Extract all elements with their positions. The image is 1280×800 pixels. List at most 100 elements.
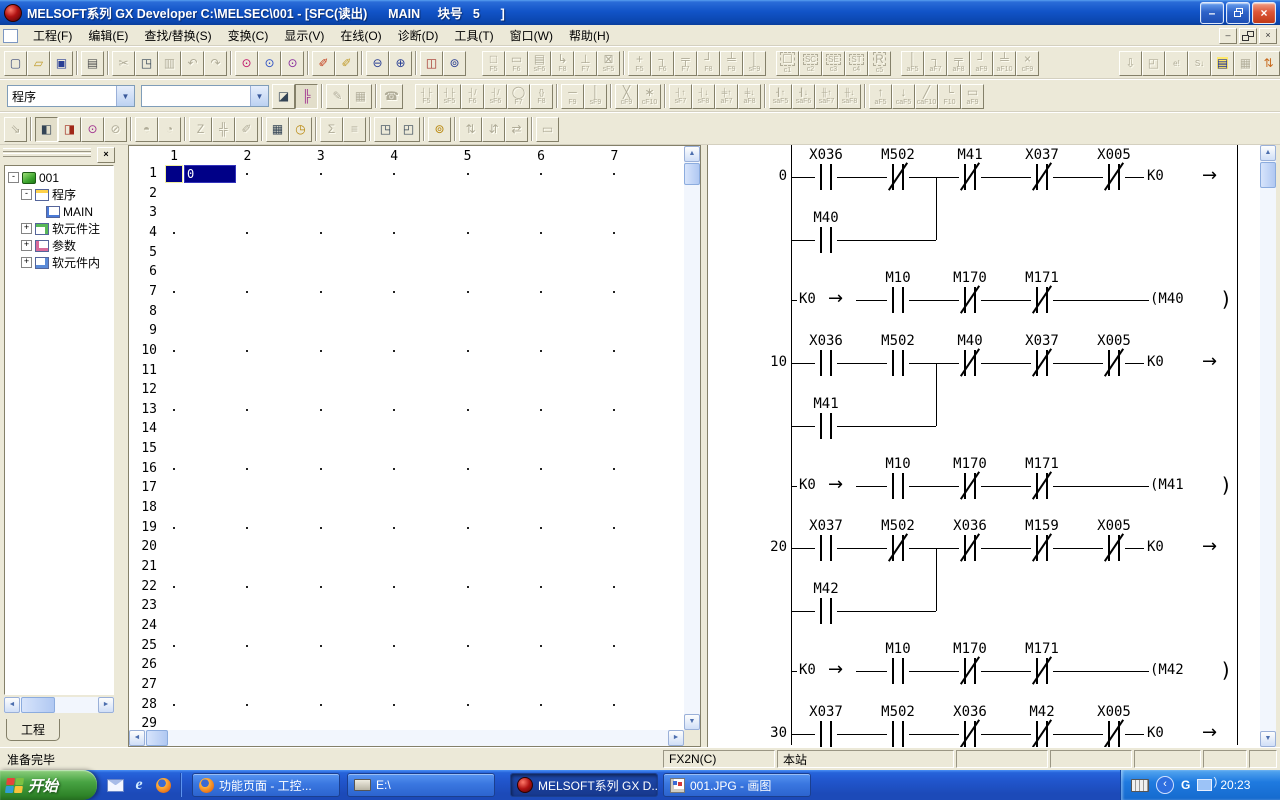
scroll-left-icon[interactable]: ◄ [4, 697, 20, 713]
new-window-button[interactable]: ◰ [397, 117, 420, 142]
telephone-line-button: ☎ [380, 84, 403, 109]
open-button[interactable]: ▱ [27, 51, 50, 76]
scroll-down-icon[interactable]: ▼ [684, 714, 700, 730]
project-data-list-button[interactable]: ◫ [420, 51, 443, 76]
language-bar-icon[interactable]: ‹ [1156, 776, 1174, 794]
tree-expander-icon[interactable]: + [21, 240, 32, 251]
statement-button[interactable]: ✐ [335, 51, 358, 76]
new-button[interactable]: ▢ [4, 51, 27, 76]
tree-expander-icon[interactable]: - [21, 189, 32, 200]
mdi-close-button[interactable]: × [1259, 28, 1277, 44]
zoom-out-button[interactable]: ⊖ [366, 51, 389, 76]
menu-view[interactable]: 显示(V) [276, 25, 332, 46]
sfc-column-header: 5 [453, 149, 483, 164]
sfc-row-header: 15 [129, 441, 157, 456]
mdi-restore-button[interactable] [1239, 28, 1257, 44]
mdi-minimize-button[interactable]: – [1219, 28, 1237, 44]
sfc-time-monitor-button[interactable]: ◷ [289, 117, 312, 142]
task-button[interactable]: 001.JPG - 画图 [663, 773, 811, 797]
data-type-combobox[interactable]: 程序 ▼ [7, 85, 135, 107]
sfc-find-yellow-button[interactable]: ⊚ [428, 117, 451, 142]
menu-window[interactable]: 窗口(W) [502, 25, 561, 46]
vscroll-thumb[interactable] [1260, 162, 1276, 188]
task-button[interactable]: MELSOFT系列 GX D... [510, 773, 658, 797]
chevron-down-icon[interactable]: ▼ [250, 86, 268, 106]
chevron-down-icon[interactable]: ▼ [116, 86, 134, 106]
sfc-device-find-button[interactable]: ⊙ [81, 117, 104, 142]
close-panel-icon[interactable]: × [97, 147, 115, 163]
delete-vline-icon: ∗ [644, 86, 654, 98]
panel-drag-handle[interactable] [3, 148, 91, 152]
find-device-button[interactable]: ⊙ [235, 51, 258, 76]
tree-item-main[interactable]: MAIN [5, 203, 113, 220]
find-circuit-button[interactable]: ⊚ [443, 51, 466, 76]
zoom-in-button[interactable]: ⊕ [389, 51, 412, 76]
sfc-block-display-button[interactable]: ▦ [266, 117, 289, 142]
sfc-row-header: 7 [129, 284, 157, 299]
transfer-setup-icon: ⇘ [10, 123, 20, 135]
hscroll-thumb[interactable] [146, 730, 168, 746]
project-tree-toggle-button[interactable]: ╠ [295, 84, 318, 109]
tree-expander-icon[interactable]: + [21, 223, 32, 234]
start-button[interactable]: 开始 [0, 770, 97, 800]
menu-convert[interactable]: 变换(C) [220, 25, 277, 46]
sfc-transition-icon: ⊠ [603, 53, 613, 65]
find-string-button[interactable]: ⊙ [281, 51, 304, 76]
tree-item-软元件注[interactable]: +软元件注 [5, 220, 113, 237]
tab-project[interactable]: 工程 [6, 719, 60, 741]
tree-item-程序[interactable]: -程序 [5, 186, 113, 203]
program-verify-button[interactable]: ◪ [272, 84, 295, 109]
menu-diagnostics[interactable]: 诊断(D) [390, 25, 447, 46]
quicklaunch-mail[interactable] [106, 776, 124, 794]
print-button[interactable]: ▤ [81, 51, 104, 76]
sfc-partition-edit-button[interactable]: ◨ [58, 117, 81, 142]
block-list-button[interactable]: ▤ [1211, 51, 1234, 76]
scroll-left-icon[interactable]: ◄ [129, 730, 145, 746]
data-name-combobox[interactable]: ▼ [141, 85, 269, 107]
network-icon[interactable] [1197, 779, 1212, 791]
device-label: M170 [932, 641, 1008, 657]
tree-expander-icon[interactable]: - [8, 172, 19, 183]
scroll-right-icon[interactable]: ► [98, 697, 114, 713]
task-button[interactable]: E:\ [347, 773, 495, 797]
save-button[interactable]: ▣ [50, 51, 73, 76]
tree-item-参数[interactable]: +参数 [5, 237, 113, 254]
scroll-right-icon[interactable]: ► [668, 730, 684, 746]
menu-tools[interactable]: 工具(T) [446, 25, 501, 46]
menu-find-replace[interactable]: 查找/替换(S) [136, 25, 219, 46]
sfc-step-cell[interactable]: 0 [184, 165, 236, 183]
mdi-child-icon[interactable] [3, 29, 18, 43]
keyboard-icon[interactable] [1131, 779, 1149, 792]
quicklaunch-ie[interactable]: e [130, 776, 148, 794]
taskbar-clock[interactable]: 20:23 [1220, 778, 1250, 792]
panel-drag-handle[interactable] [3, 153, 91, 157]
tree-expander-icon[interactable]: + [21, 257, 32, 268]
sfc-zoom-partition-button[interactable]: ◧ [35, 117, 58, 142]
menu-online[interactable]: 在线(O) [332, 25, 389, 46]
device-comment-button[interactable]: ✐ [312, 51, 335, 76]
open-window-button[interactable]: ◳ [374, 117, 397, 142]
hscroll-thumb[interactable] [21, 697, 55, 713]
tree-item-001[interactable]: -001 [5, 169, 113, 186]
menu-help[interactable]: 帮助(H) [561, 25, 618, 46]
scroll-down-icon[interactable]: ▼ [1260, 731, 1276, 747]
restore-button[interactable] [1226, 2, 1250, 24]
scroll-up-icon[interactable]: ▲ [1260, 145, 1276, 161]
block-sort-button[interactable]: ⇅ [1257, 51, 1280, 76]
menu-edit[interactable]: 编辑(E) [80, 25, 136, 46]
tree-item-软元件内[interactable]: +软元件内 [5, 254, 113, 271]
task-button[interactable]: 功能页面 - 工控... [192, 773, 340, 797]
menu-project[interactable]: 工程(F) [25, 25, 80, 46]
scroll-up-icon[interactable]: ▲ [684, 146, 700, 162]
quicklaunch-firefox[interactable] [154, 776, 172, 794]
sfc-step-cursor[interactable] [166, 166, 182, 182]
copy-button[interactable]: ◳ [135, 51, 158, 76]
find-replace-device-button[interactable]: ⊙ [258, 51, 281, 76]
close-button[interactable]: × [1252, 2, 1276, 24]
ime-icon[interactable]: G [1181, 778, 1190, 792]
sfc-grid-dot [613, 350, 615, 352]
minimize-button[interactable]: – [1200, 2, 1224, 24]
vscroll-thumb[interactable] [684, 163, 700, 185]
ladder-line [936, 548, 937, 611]
delete-line2-icon: ╱ [923, 86, 930, 98]
